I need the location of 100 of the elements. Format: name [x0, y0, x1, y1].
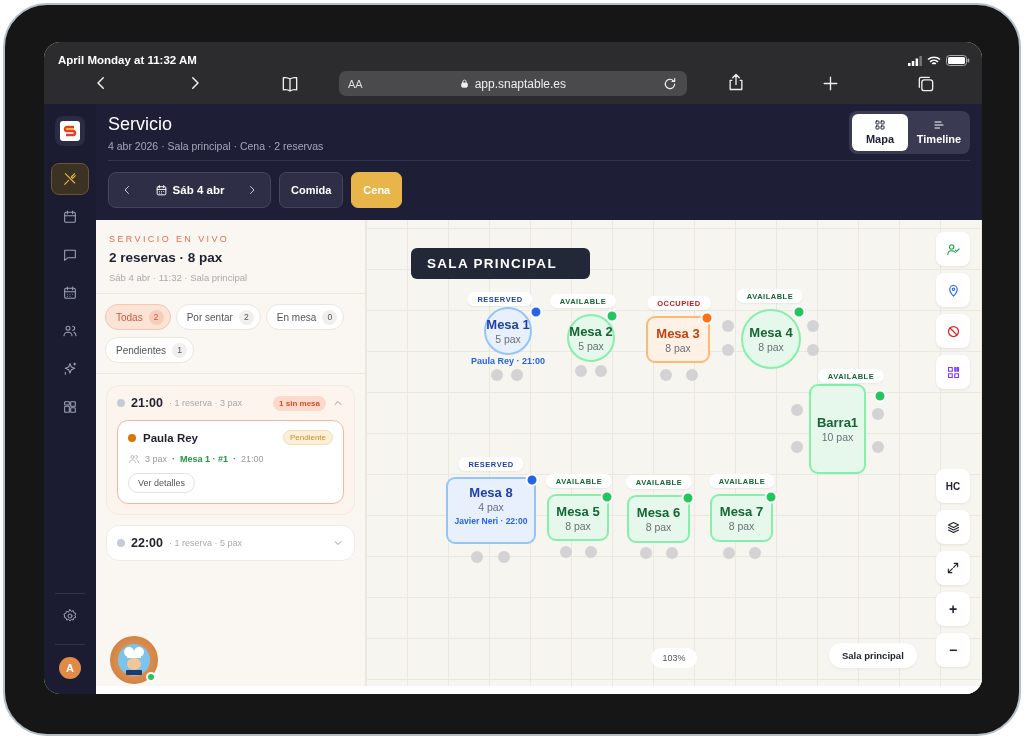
wifi-icon — [927, 55, 941, 66]
filter-chip[interactable]: Pendientes 1 — [105, 337, 195, 363]
service-tab[interactable]: Comida — [279, 172, 344, 208]
qr-code-icon — [945, 364, 961, 380]
assigned-table: Mesa 1 · #1 — [180, 454, 229, 464]
date-label: Sáb 4 abr — [172, 184, 225, 196]
table-capacity: 10 pax — [821, 431, 854, 443]
table[interactable]: Mesa 1 5 pax — [484, 307, 532, 355]
table-name: Mesa 7 — [719, 504, 764, 519]
table[interactable]: Mesa 2 5 pax — [567, 314, 615, 362]
app-logo[interactable] — [55, 116, 85, 146]
chair — [791, 441, 803, 453]
battery-icon — [946, 55, 970, 66]
map-tool-button[interactable]: + — [936, 592, 970, 626]
chair — [722, 344, 734, 356]
chair — [872, 408, 884, 420]
chair — [585, 546, 597, 558]
utensils-icon — [62, 171, 78, 187]
table-name: Mesa 2 — [569, 324, 613, 339]
expand-icon — [946, 561, 960, 575]
filter-chip[interactable]: Todas 2 — [105, 304, 171, 330]
table-name: Mesa 1 — [486, 317, 530, 332]
live-meta: Sáb 4 abr · 11:32 · Sala principal — [109, 272, 249, 283]
assistant-avatar[interactable] — [110, 636, 158, 684]
block-button[interactable] — [936, 314, 970, 348]
layers-icon — [945, 519, 961, 535]
table[interactable]: Mesa 6 8 pax — [627, 495, 690, 543]
table-capacity: 8 pax — [565, 519, 591, 532]
chair — [575, 365, 587, 377]
zoom-level: 103% — [651, 648, 697, 668]
chair — [640, 547, 652, 559]
table-guest: Paula Rey · 21:00 — [471, 356, 545, 366]
table[interactable]: Mesa 4 8 pax — [741, 309, 801, 369]
lock-icon — [458, 78, 470, 89]
chair — [749, 547, 761, 559]
chair — [498, 551, 510, 563]
plus-icon — [821, 74, 840, 93]
status-badge: Pendiente — [282, 430, 333, 445]
sparkle-icon — [62, 361, 78, 377]
map-tool-button[interactable]: − — [936, 633, 970, 667]
table-name: Barra1 — [816, 415, 859, 430]
map-tool-button[interactable]: HC — [936, 469, 970, 503]
qr-button[interactable] — [936, 355, 970, 389]
filter-chip[interactable]: Por sentar 2 — [175, 304, 261, 330]
filter-count: 0 — [322, 309, 338, 325]
timeline-icon — [933, 119, 945, 131]
chair — [660, 369, 672, 381]
chef-figure-icon — [117, 643, 151, 677]
table-name: Mesa 3 — [656, 325, 700, 341]
chat-icon — [62, 247, 78, 263]
grid-icon — [874, 119, 886, 131]
table-capacity: 4 pax — [478, 501, 504, 513]
reservation-card[interactable]: Paula Rey Pendiente 3 pax · Mesa 1 · #1 · 21:00 Ver detalles — [117, 420, 344, 504]
people-icon — [62, 323, 78, 339]
separator-dot: · — [172, 454, 176, 464]
locate-button[interactable] — [936, 273, 970, 307]
details-button[interactable]: Ver detalles — [128, 473, 196, 493]
online-dot — [146, 672, 156, 682]
table[interactable]: Mesa 7 8 pax — [710, 494, 773, 542]
chair — [723, 547, 735, 559]
filter-count: 2 — [238, 309, 254, 325]
page-subtitle: 4 abr 2026 · Sala principal · Cena · 2 reservas — [108, 140, 324, 152]
date-picker[interactable]: Sáb 4 abr — [108, 172, 271, 208]
room-label: SALA PRINCIPAL — [411, 248, 590, 279]
view-tab[interactable]: Mapa — [852, 113, 908, 151]
table-capacity: 8 pax — [758, 341, 784, 353]
group-dot — [117, 539, 125, 547]
table[interactable]: Barra1 10 pax — [809, 384, 866, 474]
settings-icon — [62, 608, 78, 624]
table-name: Mesa 6 — [636, 505, 681, 520]
group-time: 21:00 — [131, 396, 163, 410]
chair — [807, 320, 819, 332]
reader-label[interactable]: AA — [348, 77, 363, 90]
table[interactable]: Mesa 3 8 pax — [646, 316, 710, 363]
group-meta: · 1 reserva · 3 pax — [169, 398, 243, 408]
table-name: Mesa 5 — [556, 503, 600, 519]
table[interactable]: Mesa 5 8 pax — [547, 494, 609, 541]
room-selector[interactable]: Sala principal — [829, 643, 917, 668]
group-dot — [117, 399, 125, 407]
table-name: Mesa 4 — [749, 325, 793, 340]
signal-icon — [908, 55, 922, 66]
table-capacity: 8 pax — [645, 521, 672, 533]
unassigned-badge: 1 sin mesa — [273, 395, 326, 411]
table[interactable]: Mesa 8 4 pax Javier Neri · 22:00 — [446, 477, 536, 544]
separator-dot: · — [233, 454, 237, 464]
layers-button[interactable] — [936, 510, 970, 544]
chair — [491, 369, 503, 381]
chair — [791, 404, 803, 416]
filter-chip[interactable]: En mesa 0 — [265, 304, 345, 330]
calendar-icon — [62, 285, 78, 301]
table-capacity: 8 pax — [665, 341, 691, 354]
grid-icon — [62, 399, 78, 415]
party-size: 3 pax — [145, 454, 168, 464]
status-time: April Monday at 11:32 AM — [58, 54, 197, 66]
sidebar-item[interactable] — [51, 163, 89, 195]
tabs-icon — [916, 74, 936, 94]
chair — [666, 547, 678, 559]
view-tab[interactable]: Timeline — [911, 113, 967, 151]
address-bar[interactable]: AA app.snaptable.es — [339, 71, 687, 96]
section-label: SERVICIO EN VIVO — [109, 234, 231, 244]
